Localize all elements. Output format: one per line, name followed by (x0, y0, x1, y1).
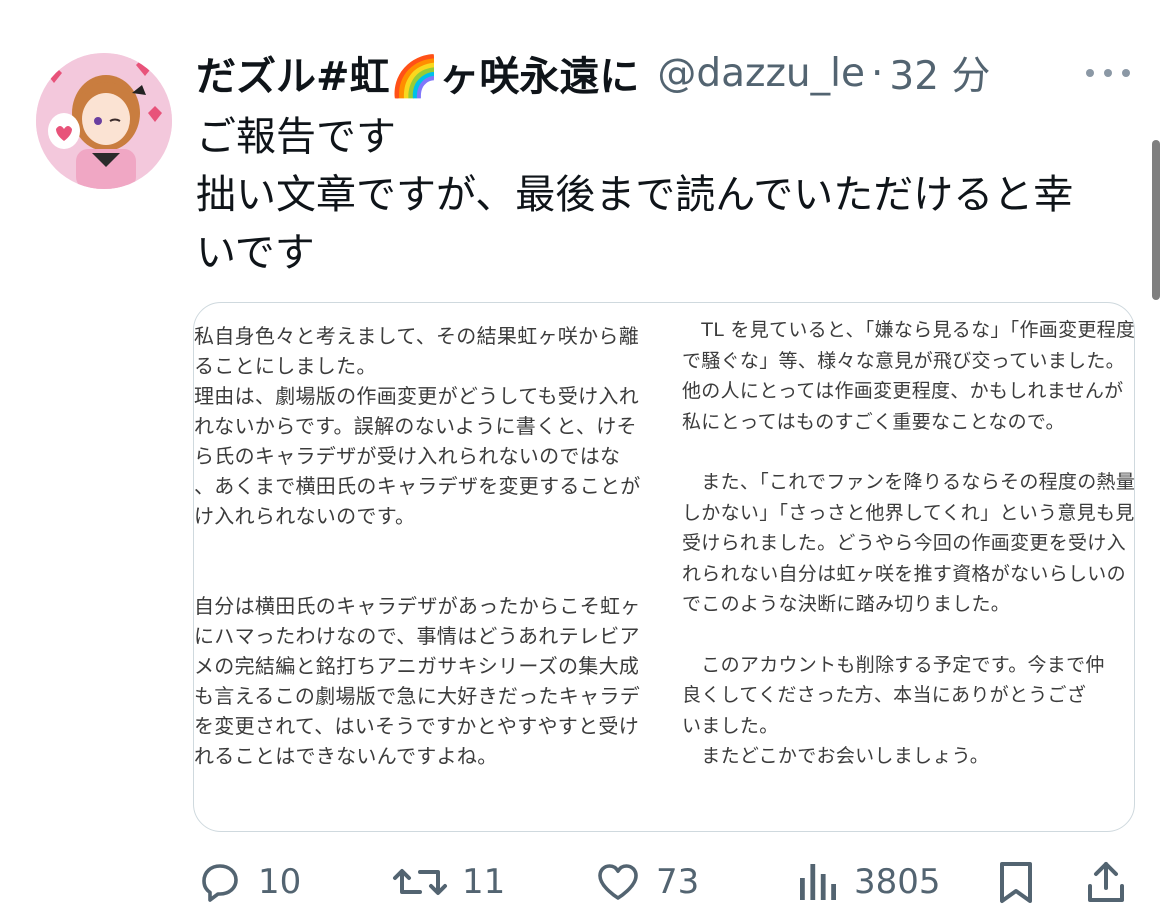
image-text-line (194, 531, 658, 591)
share-button[interactable] (1084, 852, 1128, 912)
bookmark-button[interactable] (994, 852, 1038, 912)
separator-dot: · (870, 50, 884, 96)
scrollbar[interactable] (1152, 140, 1160, 300)
avatar[interactable] (36, 53, 172, 189)
image-text-line: 良くしてくださった方、本当にありがとうござ (682, 684, 1087, 706)
image-text-line: 他の人にとっては作画変更程度、かもしれませんが (682, 380, 1124, 402)
image-text-line: 受けられました。どうやら今回の作画変更を受け入 (682, 532, 1126, 554)
retweet-icon (393, 869, 447, 895)
image-text-line: でこのような決断に踏み切りました。 (682, 593, 1011, 615)
image-text-line: れられない自分は虹ヶ咲を推す資格がないらしいの (682, 562, 1126, 585)
image-text-line: また、「これでファンを降りるならその程度の熱量 (682, 471, 1135, 493)
image-text-line: け入れられないのです。 (194, 504, 416, 528)
image-text-line: ることにしました。 (194, 354, 377, 378)
timestamp[interactable]: 32 分 (889, 45, 990, 101)
user-handle[interactable]: @dazzu_le (657, 51, 865, 96)
image-text-line: しかない」「さっさと他界してくれ」という意見も見 (682, 501, 1135, 524)
reply-button[interactable]: 10 (196, 852, 301, 912)
like-count: 73 (656, 862, 700, 902)
image-text-line: 、あくまで横田氏のキャラデザを変更することが (194, 474, 641, 498)
avatar-image (36, 53, 172, 189)
image-text-line: 私自身色々と考えまして、その結果虹ヶ咲から離 (194, 324, 639, 348)
image-text-line: このアカウントも削除する予定です。今まで仲 (682, 653, 1105, 676)
display-name[interactable]: だズル#虹🌈ヶ咲永遠に (196, 44, 639, 102)
retweet-count: 11 (462, 862, 506, 902)
image-text-line: TL を見ていると、「嫌なら見るな」「作画変更程度 (682, 319, 1135, 341)
tweet-text-line: ご報告です (196, 114, 396, 160)
image-text-line: にハマったわけなので、事情はどうあれテレビア (194, 624, 640, 648)
retweet-button[interactable]: 11 (392, 852, 505, 912)
tweet-text: ご報告です 拙い文章ですが、最後まで読んでいただけると幸 いです (196, 108, 1136, 282)
image-text-line: れることはできないんですよね。 (194, 744, 498, 768)
view-count: 3805 (854, 862, 941, 902)
image-text-line: 私にとってはものすごく重要なことなので。 (682, 410, 1065, 433)
image-right-page: TL を見ていると、「嫌なら見るな」「作画変更程度 で騒ぐな」等、様々な意見が飛… (682, 303, 1135, 831)
image-text-line: またどこかでお会いしましょう。 (682, 745, 990, 767)
share-icon (1088, 862, 1124, 902)
tweet-text-line: いです (196, 230, 315, 276)
image-text-line: ら氏のキャラデザが受け入れられないのではな (194, 444, 621, 468)
like-button[interactable]: 73 (594, 852, 699, 912)
reply-icon (202, 864, 238, 902)
views-button[interactable]: 3805 (796, 852, 941, 912)
heart-icon (598, 864, 638, 900)
reply-count: 10 (258, 862, 302, 902)
image-text-line: も言えるこの劇場版で急に大好きだったキャラデ (194, 684, 640, 708)
image-text-line: 理由は、劇場版の作画変更がどうしても受け入れ (194, 384, 639, 408)
more-icon[interactable] (1086, 62, 1130, 84)
image-text-line (682, 620, 1132, 650)
image-text-line: れないからです。誤解のないように書くと、けそ (194, 414, 637, 438)
image-text-line: 自分は横田氏のキャラデザがあったからこそ虹ヶ (194, 594, 641, 618)
image-text-line: いました。 (682, 714, 779, 737)
tweet-header: だズル#虹🌈ヶ咲永遠に @dazzu_le · 32 分 (196, 40, 990, 106)
image-text-line: で騒ぐな」等、様々な意見が飛び交っていました。 (682, 349, 1125, 372)
image-left-page: 私自身色々と考えまして、その結果虹ヶ咲から離 ることにしました。 理由は、劇場版… (194, 303, 658, 831)
attached-image[interactable]: 私自身色々と考えまして、その結果虹ヶ咲から離 ることにしました。 理由は、劇場版… (193, 302, 1135, 832)
tweet-text-line: 拙い文章ですが、最後まで読んでいただけると幸 (196, 172, 1074, 218)
action-bar: 10 11 73 3805 (0, 852, 1170, 912)
image-text-line: メの完結編と銘打ちアニガサキシリーズの集大成 (194, 654, 640, 678)
bookmark-icon (1000, 862, 1032, 903)
image-text-line (682, 437, 1132, 467)
image-text-line: を変更されて、はいそうですかとやすやすと受け (194, 714, 639, 738)
views-icon (800, 864, 836, 900)
